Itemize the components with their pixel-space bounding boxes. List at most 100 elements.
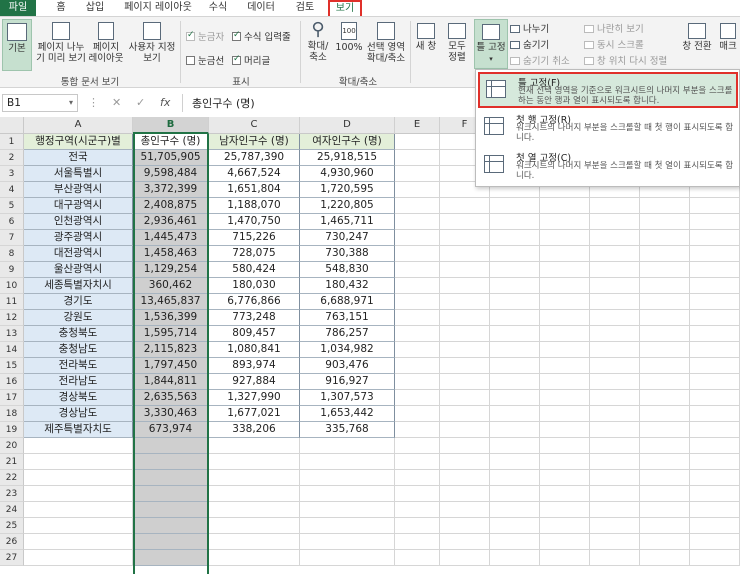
cell-d4[interactable]: 1,720,595 — [300, 182, 395, 198]
cell-k25[interactable] — [690, 518, 740, 534]
tab-home[interactable]: 홈 — [50, 0, 72, 16]
cell-f24[interactable] — [440, 502, 490, 518]
cell-f20[interactable] — [440, 438, 490, 454]
column-header-b[interactable]: B — [133, 117, 209, 134]
cell-c24[interactable] — [209, 502, 300, 518]
cell-d11[interactable]: 6,688,971 — [300, 294, 395, 310]
cell-g9[interactable] — [490, 262, 540, 278]
cell-g6[interactable] — [490, 214, 540, 230]
cell-c12[interactable]: 773,248 — [209, 310, 300, 326]
cell-j6[interactable] — [640, 214, 690, 230]
cell-f26[interactable] — [440, 534, 490, 550]
cell-b27[interactable] — [133, 550, 209, 566]
cell-e27[interactable] — [395, 550, 440, 566]
cell-f9[interactable] — [440, 262, 490, 278]
cell-a17[interactable]: 경상북도 — [24, 390, 133, 406]
cell-d13[interactable]: 786,257 — [300, 326, 395, 342]
cell-j25[interactable] — [640, 518, 690, 534]
gridlines-checkbox[interactable]: 눈금선 — [186, 53, 224, 67]
arrange-all-button[interactable]: 모두 정렬 — [442, 19, 472, 71]
cell-k6[interactable] — [690, 214, 740, 230]
cell-a13[interactable]: 충청북도 — [24, 326, 133, 342]
cell-e16[interactable] — [395, 374, 440, 390]
cell-a3[interactable]: 서울특별시 — [24, 166, 133, 182]
cell-i8[interactable] — [590, 246, 640, 262]
enter-icon[interactable]: ✓ — [136, 96, 145, 109]
freeze-panes-button[interactable]: 틀 고정 ▾ — [474, 19, 508, 69]
cell-a19[interactable]: 제주특별자치도 — [24, 422, 133, 438]
cell-a18[interactable]: 경상남도 — [24, 406, 133, 422]
cell-f6[interactable] — [440, 214, 490, 230]
cell-i12[interactable] — [590, 310, 640, 326]
cell-i22[interactable] — [590, 470, 640, 486]
cell-k22[interactable] — [690, 470, 740, 486]
cell-a11[interactable]: 경기도 — [24, 294, 133, 310]
cell-e2[interactable] — [395, 150, 440, 166]
cell-c27[interactable] — [209, 550, 300, 566]
cell-g8[interactable] — [490, 246, 540, 262]
cell-k14[interactable] — [690, 342, 740, 358]
cell-f8[interactable] — [440, 246, 490, 262]
cell-j21[interactable] — [640, 454, 690, 470]
cell-d16[interactable]: 916,927 — [300, 374, 395, 390]
formula-input[interactable]: 총인구수 (명) — [192, 95, 255, 111]
cell-e5[interactable] — [395, 198, 440, 214]
cell-k12[interactable] — [690, 310, 740, 326]
row-header[interactable]: 8 — [0, 246, 24, 262]
cell-d20[interactable] — [300, 438, 395, 454]
cell-c5[interactable]: 1,188,070 — [209, 198, 300, 214]
cell-b20[interactable] — [133, 438, 209, 454]
cell-c16[interactable]: 927,884 — [209, 374, 300, 390]
cell-b16[interactable]: 1,844,811 — [133, 374, 209, 390]
zoom-button[interactable]: ⚲ 확대/ 축소 — [302, 19, 334, 71]
cell-a25[interactable] — [24, 518, 133, 534]
cell-a24[interactable] — [24, 502, 133, 518]
cell-f25[interactable] — [440, 518, 490, 534]
page-layout-view-button[interactable]: 페이지 레이아웃 — [88, 19, 124, 71]
cell-d18[interactable]: 1,653,442 — [300, 406, 395, 422]
split-button[interactable]: 나누기 — [510, 21, 549, 35]
cell-k21[interactable] — [690, 454, 740, 470]
cell-g21[interactable] — [490, 454, 540, 470]
row-header[interactable]: 4 — [0, 182, 24, 198]
row-header[interactable]: 5 — [0, 198, 24, 214]
cell-c2[interactable]: 25,787,390 — [209, 150, 300, 166]
cell-a2[interactable]: 전국 — [24, 150, 133, 166]
cell-f7[interactable] — [440, 230, 490, 246]
cell-c19[interactable]: 338,206 — [209, 422, 300, 438]
cell-h24[interactable] — [540, 502, 590, 518]
synchronous-scrolling-button[interactable]: 동시 스크롤 — [584, 37, 644, 51]
cell-b5[interactable]: 2,408,875 — [133, 198, 209, 214]
cell-j5[interactable] — [640, 198, 690, 214]
cell-g11[interactable] — [490, 294, 540, 310]
cell-c7[interactable]: 715,226 — [209, 230, 300, 246]
cell-d27[interactable] — [300, 550, 395, 566]
row-header[interactable]: 1 — [0, 134, 24, 150]
cell-c15[interactable]: 893,974 — [209, 358, 300, 374]
cell-k13[interactable] — [690, 326, 740, 342]
tab-view[interactable]: 보기 — [328, 0, 362, 16]
cell-i26[interactable] — [590, 534, 640, 550]
cancel-icon[interactable]: ✕ — [112, 96, 121, 109]
cell-j8[interactable] — [640, 246, 690, 262]
cell-g18[interactable] — [490, 406, 540, 422]
cell-j13[interactable] — [640, 326, 690, 342]
cell-g14[interactable] — [490, 342, 540, 358]
row-header[interactable]: 14 — [0, 342, 24, 358]
cell-f13[interactable] — [440, 326, 490, 342]
cell-i15[interactable] — [590, 358, 640, 374]
row-header[interactable]: 15 — [0, 358, 24, 374]
cell-j20[interactable] — [640, 438, 690, 454]
freeze-first-column-menu-item[interactable]: 첫 열 고정(C) 워크시트의 나머지 부분을 스크롤할 때 첫 열이 표시되도… — [478, 149, 738, 185]
cell-h8[interactable] — [540, 246, 590, 262]
cell-i21[interactable] — [590, 454, 640, 470]
cell-e1[interactable] — [395, 134, 440, 150]
cell-j18[interactable] — [640, 406, 690, 422]
cell-c8[interactable]: 728,075 — [209, 246, 300, 262]
cell-i13[interactable] — [590, 326, 640, 342]
cell-k7[interactable] — [690, 230, 740, 246]
cell-h11[interactable] — [540, 294, 590, 310]
cell-i25[interactable] — [590, 518, 640, 534]
cell-a6[interactable]: 인천광역시 — [24, 214, 133, 230]
cell-c10[interactable]: 180,030 — [209, 278, 300, 294]
